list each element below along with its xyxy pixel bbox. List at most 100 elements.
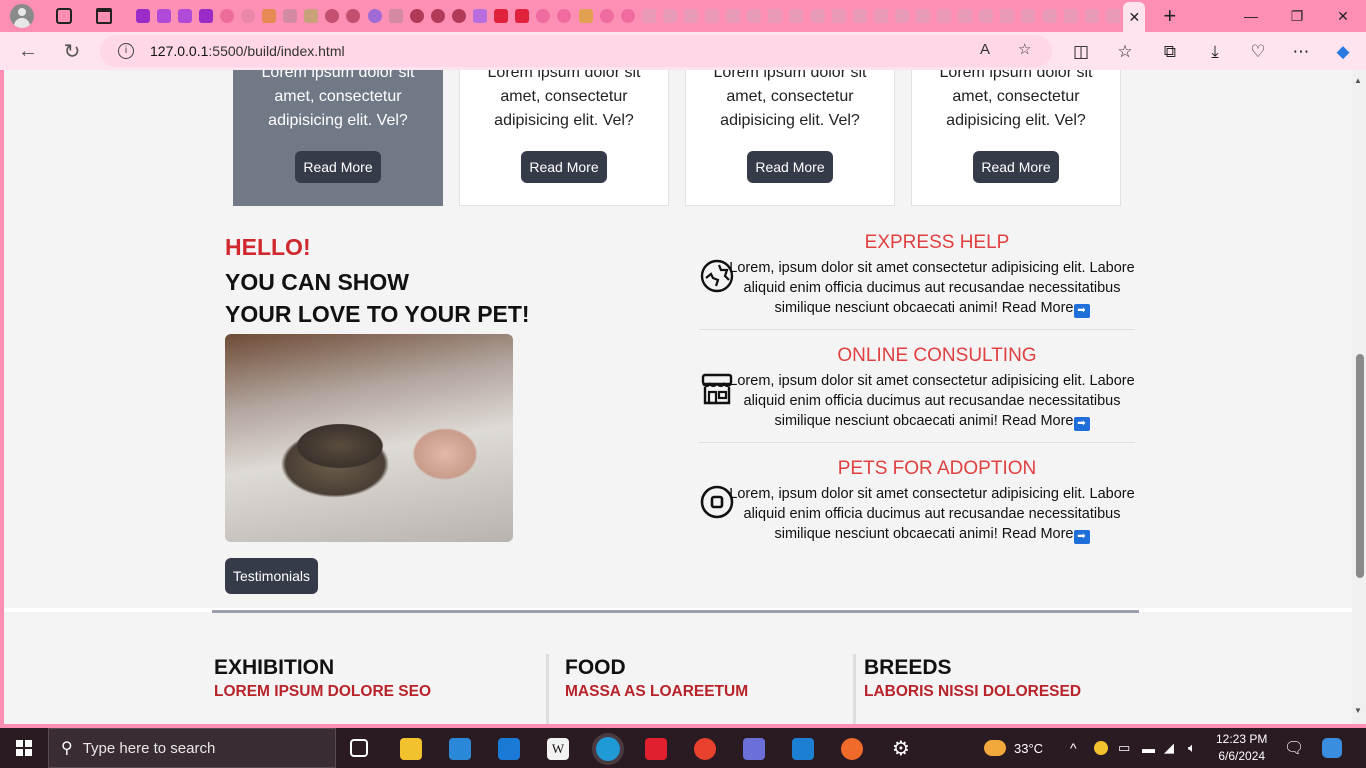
network-icon[interactable]: ◢ — [1164, 728, 1174, 768]
arrow-right-icon[interactable]: ➡ — [1073, 417, 1090, 431]
volume-icon[interactable]: 🔈︎ — [1188, 728, 1196, 768]
read-more-button[interactable]: Read More — [295, 151, 381, 183]
back-arrow-icon[interactable]: ← — [16, 40, 40, 63]
vscode-icon[interactable] — [792, 738, 814, 760]
tab[interactable] — [470, 0, 491, 32]
wikipedia-icon[interactable]: W — [547, 738, 569, 760]
settings-gear-icon[interactable]: ⚙ — [890, 738, 912, 760]
profile-avatar-icon[interactable] — [10, 4, 34, 28]
tab[interactable] — [301, 0, 322, 32]
battery-icon[interactable]: ▬ — [1142, 728, 1155, 768]
read-more-button[interactable]: Read More — [521, 151, 607, 183]
tab[interactable] — [153, 0, 174, 32]
firefox-icon[interactable] — [841, 738, 863, 760]
notifications-icon[interactable]: 🗨︎ — [1284, 728, 1304, 768]
downloads-icon[interactable]: ⤓ — [1204, 42, 1226, 62]
show-hidden-icons-icon[interactable]: ^ — [1070, 728, 1077, 768]
tab[interactable] — [828, 0, 849, 32]
tab[interactable] — [364, 0, 385, 32]
tab[interactable] — [491, 0, 512, 32]
tray-app-icon[interactable] — [1094, 728, 1108, 768]
favorite-star-icon[interactable]: ☆ — [1018, 40, 1031, 58]
minimize-button[interactable]: — — [1228, 0, 1274, 32]
feature-read-more-link[interactable]: Read More — [1002, 413, 1074, 429]
tab[interactable] — [849, 0, 870, 32]
windows-start-icon[interactable] — [16, 740, 32, 756]
arrow-right-icon[interactable]: ➡ — [1073, 530, 1090, 544]
tab[interactable] — [406, 0, 427, 32]
arrow-right-icon[interactable]: ➡ — [1073, 304, 1090, 318]
tab[interactable] — [533, 0, 554, 32]
refresh-icon[interactable]: ↻ — [60, 39, 84, 64]
tab[interactable] — [427, 0, 448, 32]
tab[interactable] — [1081, 0, 1102, 32]
close-window-button[interactable]: ✕ — [1320, 0, 1366, 32]
tab[interactable] — [807, 0, 828, 32]
tab[interactable] — [617, 0, 638, 32]
tab[interactable] — [638, 0, 659, 32]
tab[interactable] — [659, 0, 680, 32]
tab[interactable] — [997, 0, 1018, 32]
new-tab-button[interactable]: + — [1163, 5, 1176, 27]
tab[interactable] — [1018, 0, 1039, 32]
tab[interactable] — [174, 0, 195, 32]
tab[interactable] — [786, 0, 807, 32]
tab[interactable] — [1039, 0, 1060, 32]
tab-actions-icon[interactable] — [96, 8, 112, 24]
split-screen-icon[interactable]: ◫ — [1070, 42, 1092, 62]
maximize-button[interactable]: ❐ — [1274, 0, 1320, 32]
copilot-taskbar-icon[interactable] — [1322, 728, 1342, 768]
read-aloud-icon[interactable]: A — [980, 41, 990, 58]
tab[interactable] — [132, 0, 153, 32]
weather-widget[interactable]: 33°C — [984, 728, 1043, 768]
feature-read-more-link[interactable]: Read More — [1002, 526, 1074, 542]
tab[interactable] — [575, 0, 596, 32]
tab[interactable] — [1060, 0, 1081, 32]
file-explorer-icon[interactable] — [400, 738, 422, 760]
read-more-button[interactable]: Read More — [747, 151, 833, 183]
tab[interactable] — [765, 0, 786, 32]
tab[interactable] — [912, 0, 933, 32]
tab[interactable] — [955, 0, 976, 32]
workspaces-icon[interactable] — [56, 8, 72, 24]
edge-browser-icon[interactable] — [596, 737, 620, 761]
system-clock[interactable]: 12:23 PM 6/6/2024 — [1216, 731, 1267, 765]
tab[interactable] — [934, 0, 955, 32]
collections-icon[interactable]: ⧉ — [1159, 42, 1181, 62]
more-menu-icon[interactable]: ⋯ — [1290, 42, 1312, 62]
site-info-icon[interactable]: i — [118, 43, 134, 59]
tab[interactable] — [322, 0, 343, 32]
tab-active-close-button[interactable]: ✕ — [1123, 2, 1146, 32]
mail-icon[interactable] — [498, 738, 520, 760]
scroll-up-icon[interactable]: ▲ — [1354, 76, 1362, 85]
scroll-down-icon[interactable]: ▼ — [1354, 706, 1362, 715]
tab[interactable] — [448, 0, 469, 32]
tab[interactable] — [385, 0, 406, 32]
copilot-icon[interactable]: ◆ — [1332, 42, 1354, 62]
tab[interactable] — [343, 0, 364, 32]
performance-heart-icon[interactable]: ♡ — [1247, 42, 1269, 62]
url-field[interactable]: i 127.0.0.1:5500/build/index.html A ☆ — [100, 35, 1052, 67]
tab[interactable] — [723, 0, 744, 32]
taskbar-search-box[interactable]: ⚲ Type here to search — [48, 728, 336, 768]
tab[interactable] — [216, 0, 237, 32]
app-icon[interactable] — [743, 738, 765, 760]
tab[interactable] — [702, 0, 723, 32]
tab[interactable] — [259, 0, 280, 32]
tab[interactable] — [195, 0, 216, 32]
vertical-scrollbar[interactable]: ▲ ▼ — [1352, 70, 1366, 724]
tab[interactable] — [280, 0, 301, 32]
read-more-button[interactable]: Read More — [973, 151, 1059, 183]
tab[interactable] — [1102, 0, 1123, 32]
tab[interactable] — [976, 0, 997, 32]
youtube-icon[interactable] — [645, 738, 667, 760]
tab[interactable] — [596, 0, 617, 32]
microsoft-store-icon[interactable] — [449, 738, 471, 760]
wps-office-icon[interactable] — [694, 738, 716, 760]
task-view-icon[interactable] — [350, 739, 368, 757]
meet-now-icon[interactable]: ▭ — [1118, 728, 1130, 768]
tab[interactable] — [680, 0, 701, 32]
favorites-icon[interactable]: ☆ — [1114, 42, 1136, 62]
tab[interactable] — [744, 0, 765, 32]
tab[interactable] — [870, 0, 891, 32]
